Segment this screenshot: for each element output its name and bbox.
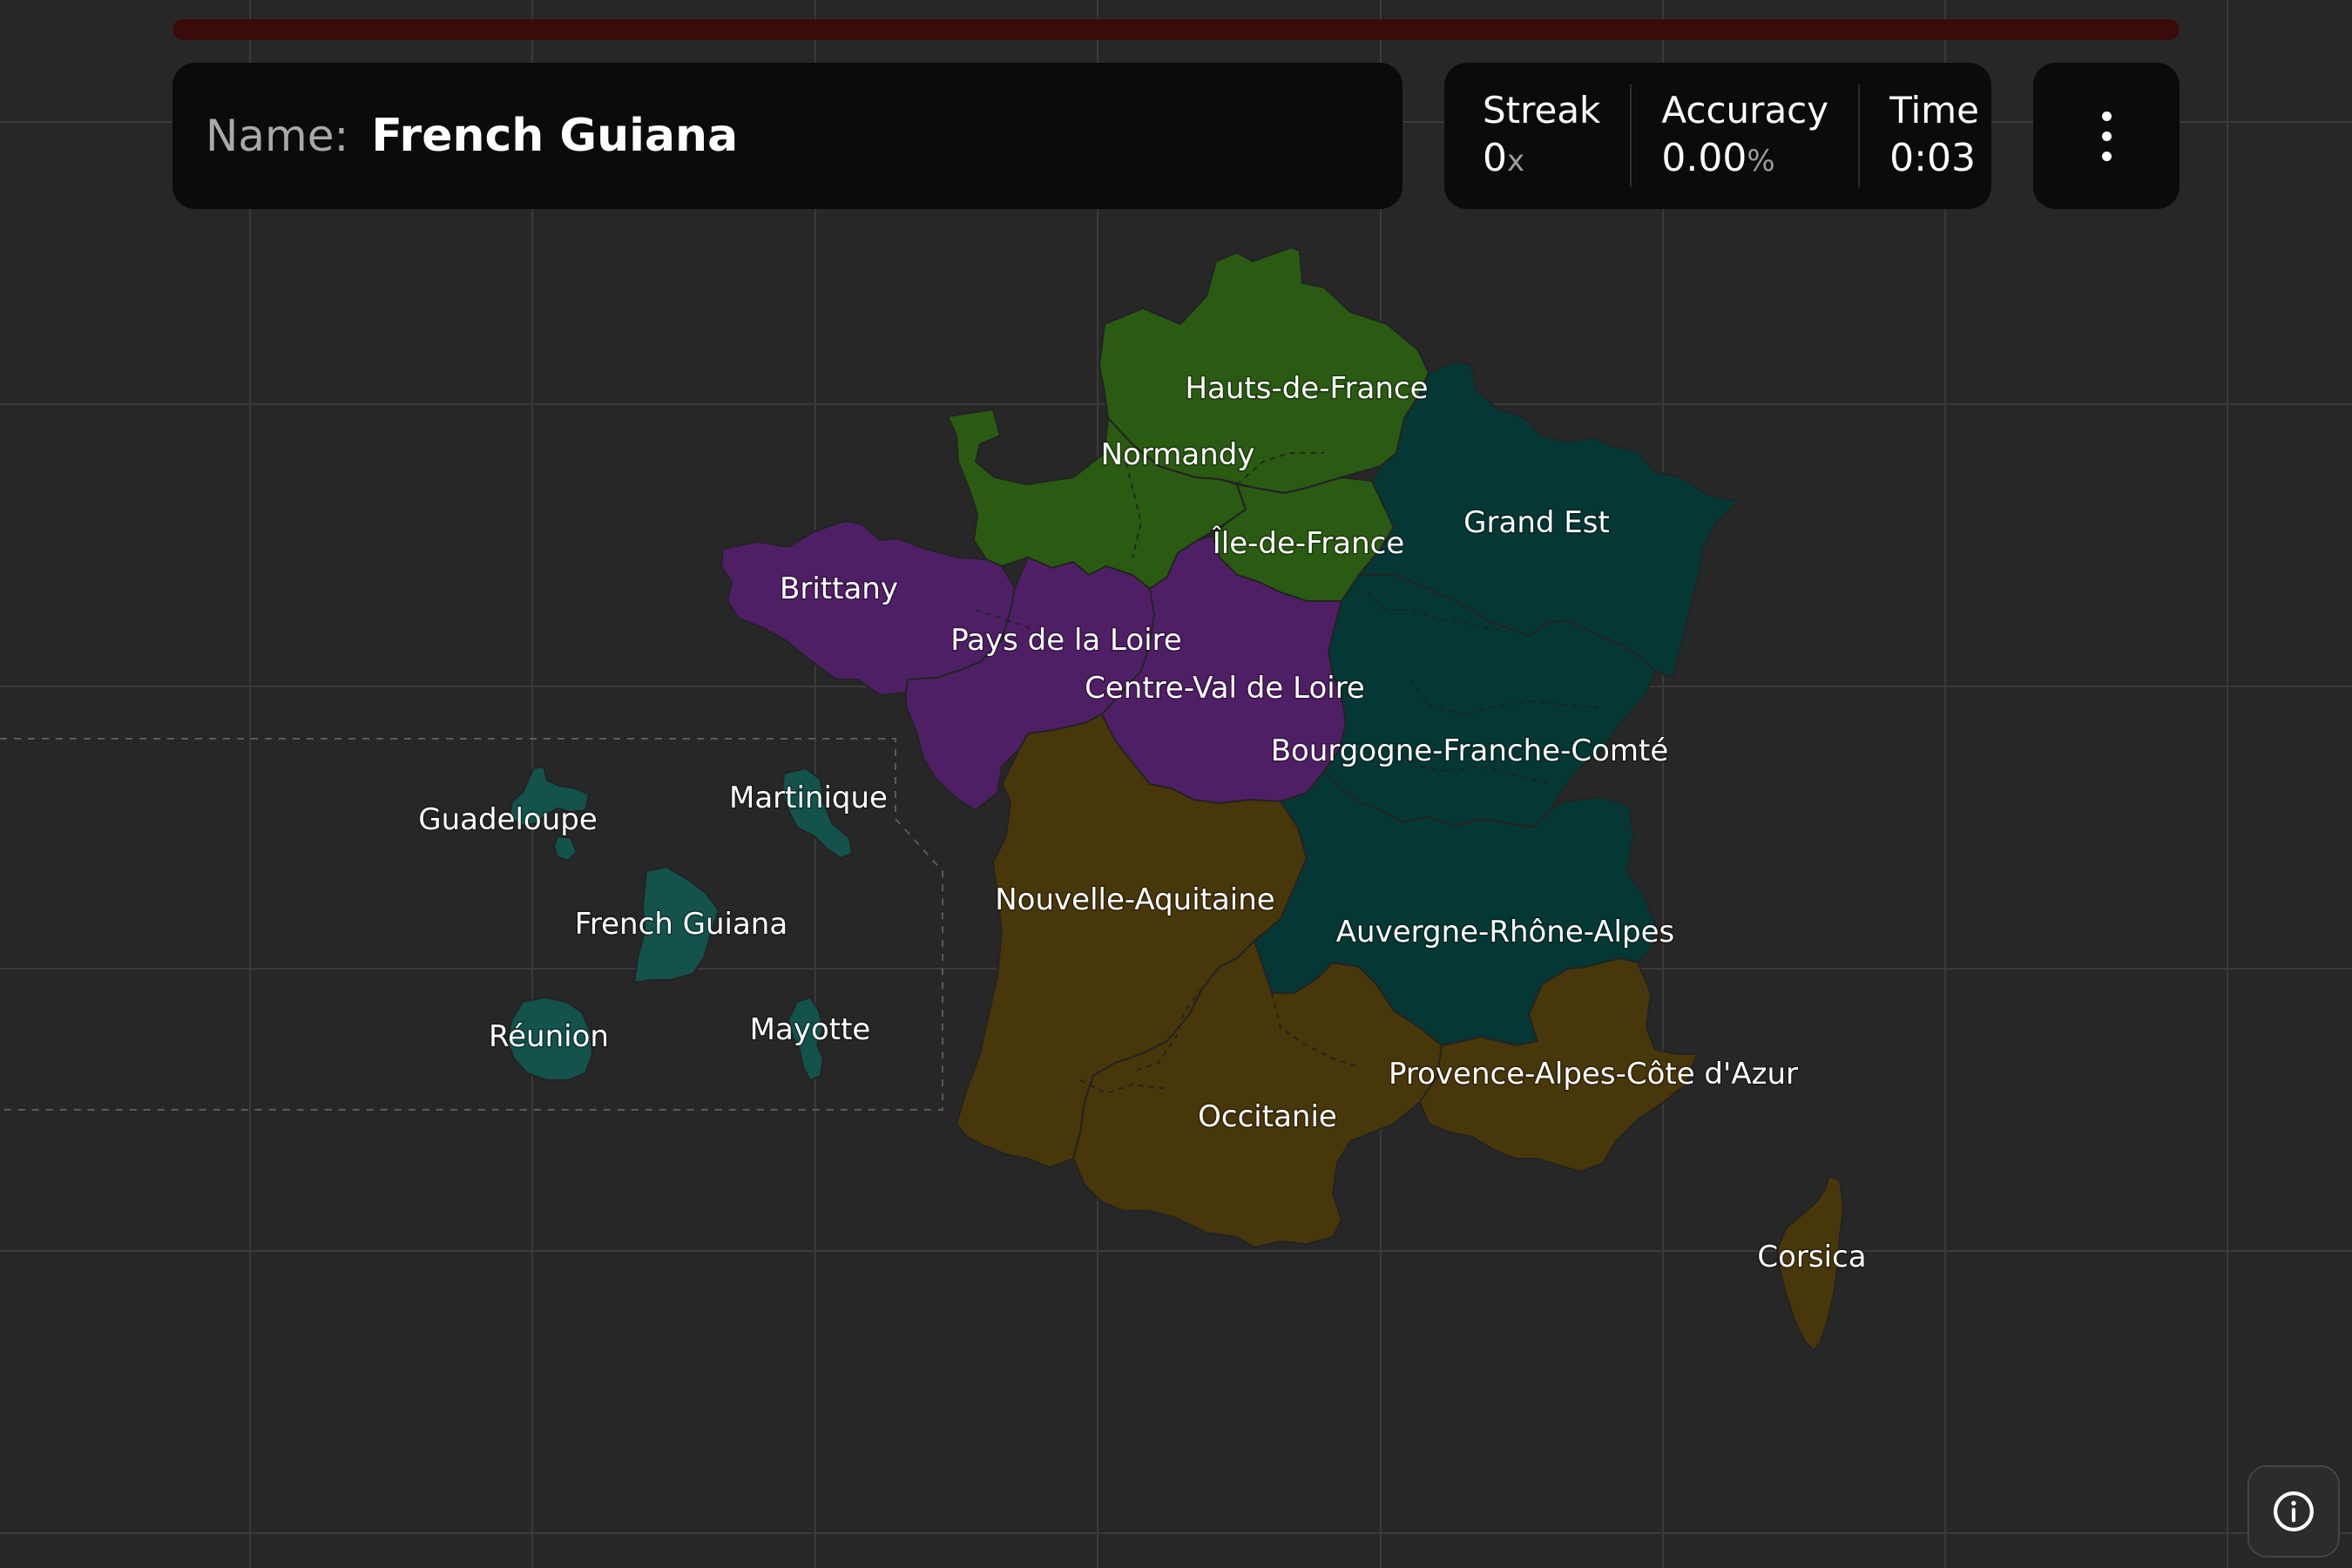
label-martinique: Martinique [729, 781, 888, 815]
label-reunion: Réunion [489, 1019, 609, 1054]
streak-label: Streak [1483, 89, 1601, 132]
label-corsica: Corsica [1757, 1240, 1866, 1274]
accuracy-unit: % [1747, 143, 1775, 179]
stat-streak: Streak 0x [1453, 84, 1630, 187]
streak-unit: x [1507, 143, 1525, 179]
progress-bar [172, 19, 2180, 40]
label-nouvelle-aquitaine: Nouvelle-Aquitaine [995, 882, 1274, 917]
stat-accuracy: Accuracy 0.00% [1630, 84, 1858, 187]
label-mayotte: Mayotte [750, 1012, 871, 1047]
streak-value-line: 0x [1483, 133, 1600, 183]
game-stage: Hauts-de-France Normandy Île-de-France G… [0, 0, 2352, 1568]
label-occitanie: Occitanie [1198, 1099, 1337, 1134]
label-brittany: Brittany [780, 571, 898, 606]
label-french-guiana: French Guiana [575, 907, 787, 942]
prompt-panel: Name: French Guiana [172, 63, 1402, 209]
label-hauts-de-france: Hauts-de-France [1185, 371, 1428, 406]
label-auvergne-rhone-alpes: Auvergne-Rhône-Alpes [1336, 915, 1674, 950]
label-guadeloupe: Guadeloupe [418, 802, 598, 837]
accuracy-label: Accuracy [1661, 89, 1829, 132]
info-button[interactable] [2247, 1465, 2340, 1558]
time-value: 0:03 [1889, 135, 1976, 180]
stat-time: Time 0:03 [1858, 84, 2009, 187]
label-pays-de-la-loire: Pays de la Loire [950, 623, 1182, 658]
more-menu-button[interactable] [2033, 63, 2180, 209]
accuracy-value: 0.00 [1661, 135, 1747, 180]
label-provence-alpes-cote-dazur: Provence-Alpes-Côte d'Azur [1389, 1057, 1798, 1092]
label-ile-de-france: Île-de-France [1212, 525, 1405, 561]
map-canvas[interactable]: Hauts-de-France Normandy Île-de-France G… [0, 0, 2352, 1568]
label-centre-val-de-loire: Centre-Val de Loire [1085, 671, 1365, 706]
region-guadeloupe-south[interactable] [552, 835, 578, 862]
time-label: Time [1889, 89, 1979, 132]
label-grand-est: Grand Est [1463, 505, 1610, 540]
prompt-target-name: French Guiana [371, 110, 739, 162]
stats-panel: Streak 0x Accuracy 0.00% Time 0:03 [1444, 63, 1991, 209]
label-normandy: Normandy [1101, 437, 1255, 472]
label-bourgogne-franche-comte: Bourgogne-Franche-Comté [1271, 733, 1669, 768]
more-vertical-icon [2101, 106, 2112, 166]
info-icon [2274, 1491, 2314, 1531]
streak-value: 0 [1483, 135, 1507, 180]
accuracy-value-line: 0.00% [1661, 133, 1828, 183]
prompt-label: Name: [206, 111, 349, 161]
